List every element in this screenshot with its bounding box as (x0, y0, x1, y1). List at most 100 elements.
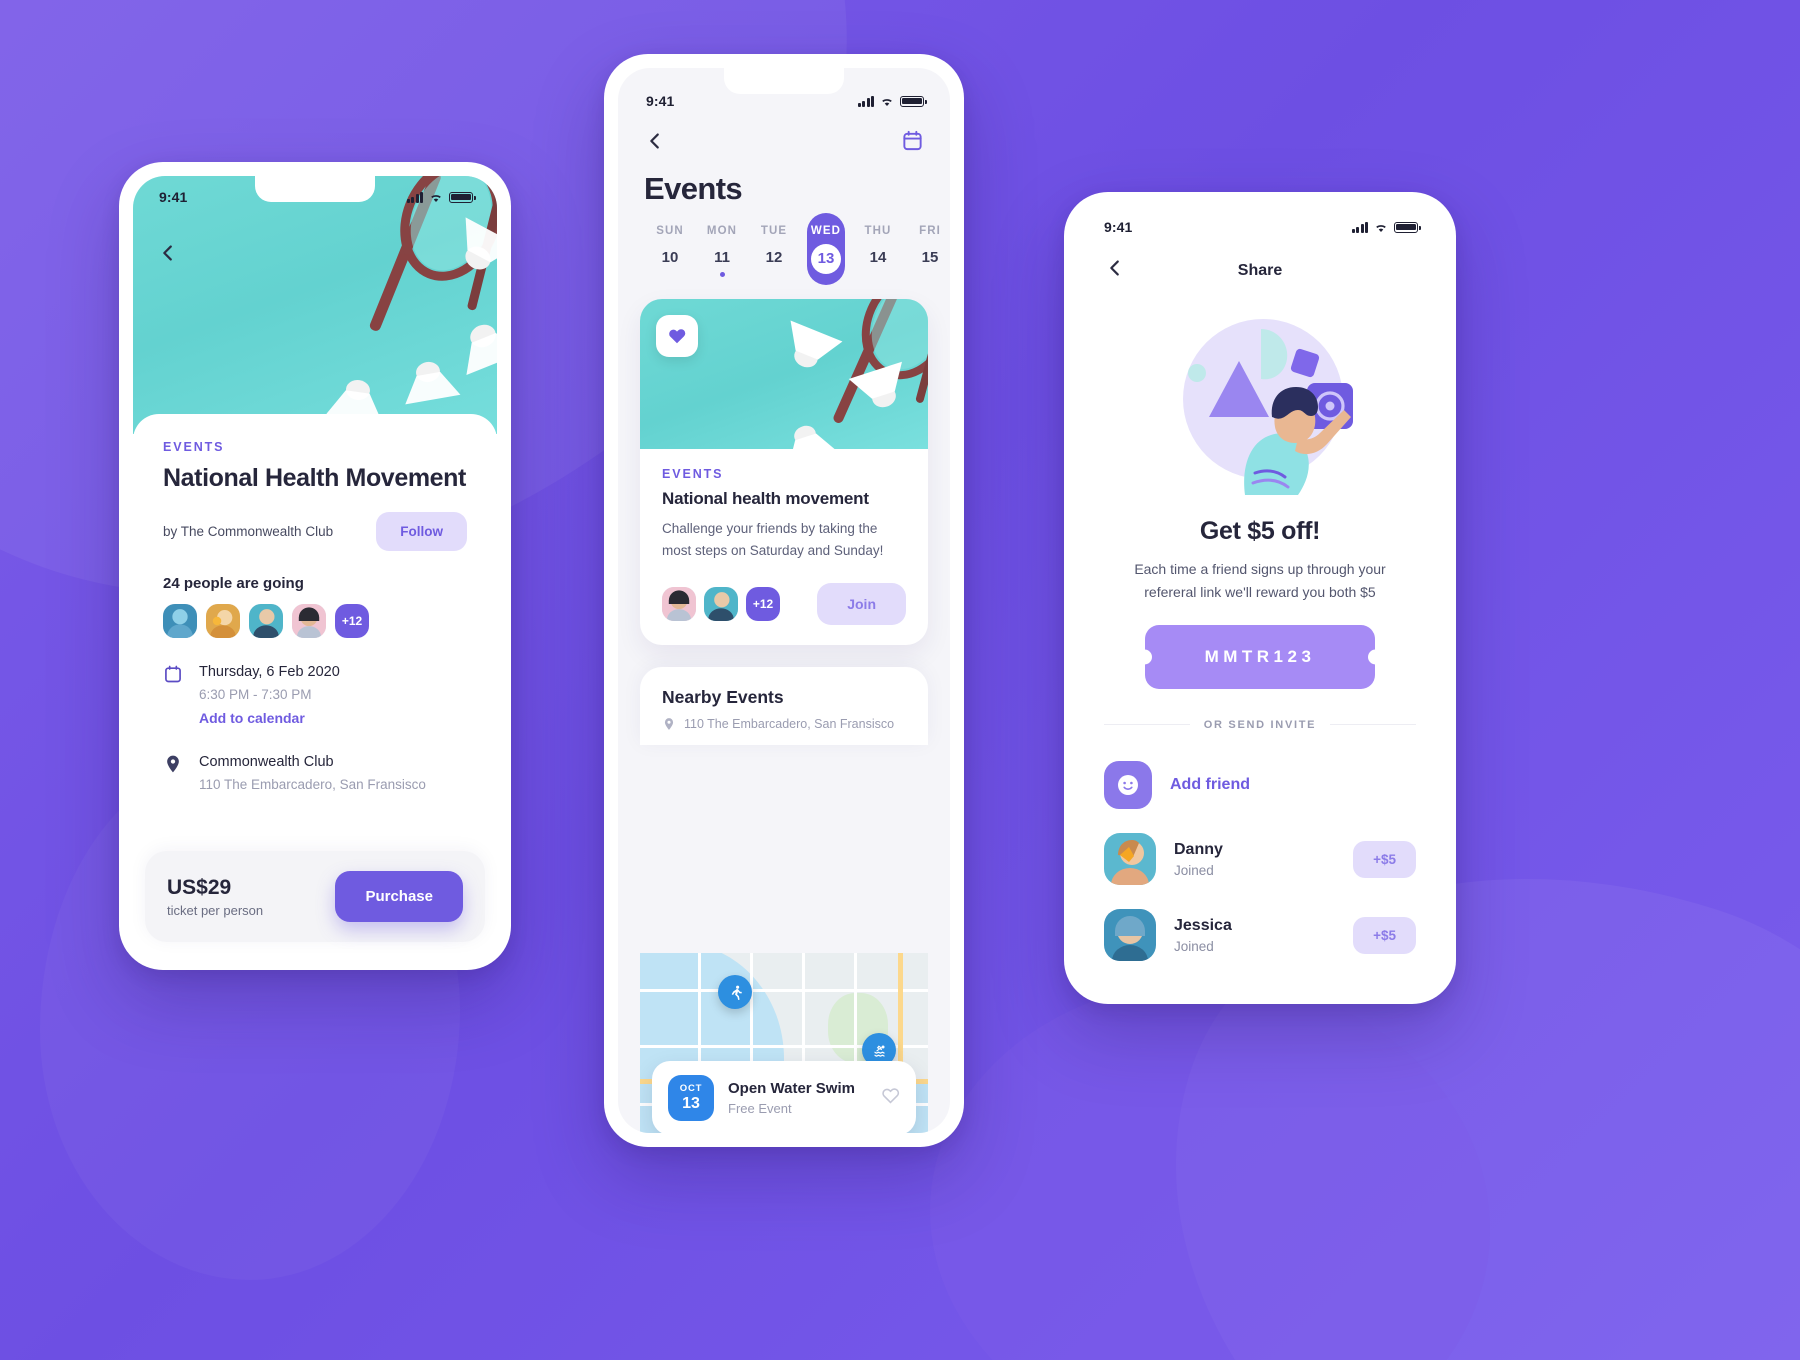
day-of-week-label: WED (810, 225, 842, 237)
nearby-event-item[interactable]: OCT 13 Open Water Swim Free Event (652, 1061, 916, 1133)
date-strip-day-10[interactable]: SUN 10 (644, 225, 696, 277)
avatar[interactable] (249, 604, 283, 638)
back-button[interactable] (644, 130, 666, 157)
day-number-label: 14 (869, 249, 887, 266)
cellular-signal-icon (406, 191, 423, 203)
share-illustration (1078, 294, 1442, 509)
smiley-glyph (1118, 775, 1138, 796)
status-time: 9:41 (646, 93, 675, 109)
join-button[interactable]: Join (817, 582, 906, 625)
date-strip-day-15[interactable]: FRI 15 (904, 225, 950, 277)
organizer-label: by The Commonwealth Club (163, 524, 334, 539)
day-of-week-label: MON (706, 225, 738, 237)
date-strip-day-13[interactable]: WED 13 (800, 213, 852, 285)
event-title: National Health Movement (163, 464, 466, 492)
day-number-label: 11 (714, 249, 730, 266)
purchase-button[interactable]: Purchase (335, 871, 463, 922)
avatar[interactable] (704, 586, 738, 621)
event-hero-image: 9:41 (133, 176, 497, 434)
map-pin-running[interactable] (718, 975, 752, 1009)
favorite-button[interactable] (881, 1086, 900, 1110)
nearby-events-address: 110 The Embarcadero, San Fransisco (684, 716, 895, 731)
screenshot-canvas: 9:41 EVENTS National Health Movement by … (0, 0, 1800, 1360)
wifi-icon (1374, 222, 1388, 233)
event-date: Thursday, 6 Feb 2020 (199, 664, 340, 680)
ticket-price-caption: ticket per person (167, 902, 264, 918)
attendee-overflow-count[interactable]: +12 (335, 604, 369, 638)
event-address: 110 The Embarcadero, San Fransisco (199, 777, 426, 793)
back-button[interactable] (157, 242, 179, 269)
map-pin-icon (163, 752, 183, 792)
chevron-left-icon (163, 245, 172, 261)
friend-row-jessica[interactable]: Jessica Joined +$5 (1104, 897, 1416, 973)
date-strip-day-11[interactable]: MON 11 (696, 225, 748, 277)
event-dot-indicator (719, 272, 725, 277)
friend-status: Joined (1174, 938, 1214, 954)
referral-illustration (1183, 319, 1353, 495)
cellular-signal-icon (857, 95, 874, 107)
day-number-label: 12 (765, 249, 783, 266)
event-month: OCT (679, 1083, 703, 1094)
avatar[interactable] (163, 604, 197, 638)
status-time: 9:41 (159, 189, 188, 205)
nearby-events-address-row: 110 The Embarcadero, San Fransisco (662, 717, 906, 731)
event-day: 13 (682, 1095, 700, 1112)
friend-row-danny[interactable]: Danny Joined +$5 (1104, 821, 1416, 897)
share-headline: Get $5 off! (1199, 517, 1321, 545)
friend-name: Danny (1174, 840, 1223, 858)
add-friend-row[interactable]: Add friend (1104, 749, 1416, 821)
favorite-button[interactable] (656, 315, 698, 357)
attendee-overflow-count[interactable]: +12 (746, 586, 780, 621)
nearby-events-header: Nearby Events 110 The Embarcadero, San F… (640, 666, 928, 745)
event-location-row: Commonwealth Club 110 The Embarcadero, S… (163, 752, 467, 792)
day-of-week-label: SUN (656, 225, 684, 237)
phone-events-list: 9:41 Events SUN 10 MON 11 TUE 12 WED 13 … (604, 54, 964, 1147)
day-of-week-label: THU (864, 225, 892, 237)
day-number-label: 15 (921, 249, 939, 266)
phone-event-detail: 9:41 EVENTS National Health Movement by … (119, 162, 511, 970)
event-date-chip: OCT 13 (668, 1075, 714, 1121)
event-card-description: Challenge your friends by taking the mos… (662, 521, 884, 559)
phone2-screen: 9:41 Events SUN 10 MON 11 TUE 12 WED 13 … (618, 68, 950, 1133)
referral-code-container: MMTR123 (1078, 625, 1442, 690)
event-card-title: National health movement (662, 489, 869, 508)
invite-list: Add friend Danny Joined +$5 Jessica Join… (1078, 733, 1442, 973)
reward-badge[interactable]: +$5 (1353, 916, 1416, 954)
event-card-image (640, 299, 928, 449)
reward-badge[interactable]: +$5 (1353, 840, 1416, 878)
avatar[interactable] (206, 604, 240, 638)
date-strip-day-12[interactable]: TUE 12 (748, 225, 800, 277)
status-indicators (1351, 221, 1421, 233)
battery-icon (1394, 221, 1421, 233)
event-date-row: Thursday, 6 Feb 2020 6:30 PM - 7:30 PM A… (163, 662, 467, 728)
phone1-screen: 9:41 EVENTS National Health Movement by … (133, 176, 497, 956)
follow-button[interactable]: Follow (376, 512, 467, 551)
event-venue: Commonwealth Club (199, 754, 334, 771)
swimming-icon (874, 1044, 885, 1057)
battery-icon (900, 95, 927, 107)
ticket-price: US$29 (167, 875, 232, 899)
page-title: Events (644, 171, 743, 206)
page-title: Share (1237, 261, 1283, 279)
avatar (1104, 909, 1156, 962)
add-to-calendar-link[interactable]: Add to calendar (199, 710, 305, 726)
day-number-label: 10 (661, 249, 679, 266)
date-strip-day-14[interactable]: THU 14 (852, 225, 904, 277)
heart-outline-icon (882, 1088, 900, 1104)
running-icon (731, 985, 742, 1000)
date-strip[interactable]: SUN10MON11TUE12WED13THU14FRI15SA16 (644, 213, 940, 285)
battery-icon (449, 191, 476, 203)
event-card-footer: +12 Join (662, 582, 906, 625)
avatar[interactable] (662, 586, 696, 621)
day-number-label: 13 (811, 244, 841, 274)
avatar[interactable] (292, 604, 326, 638)
attendee-avatar-list: +12 (163, 604, 467, 638)
phone2-notch (724, 68, 844, 94)
status-indicators (406, 191, 476, 203)
map-road (640, 989, 928, 992)
nearby-events-map[interactable]: OCT13Open Water SwimFree Event OCT24Mara… (640, 953, 928, 1133)
calendar-button[interactable] (901, 129, 924, 157)
featured-event-card[interactable]: EVENTS National health movement Challeng… (640, 299, 928, 645)
smiley-face-icon (1104, 761, 1152, 810)
referral-code-chip[interactable]: MMTR123 (1144, 625, 1376, 690)
